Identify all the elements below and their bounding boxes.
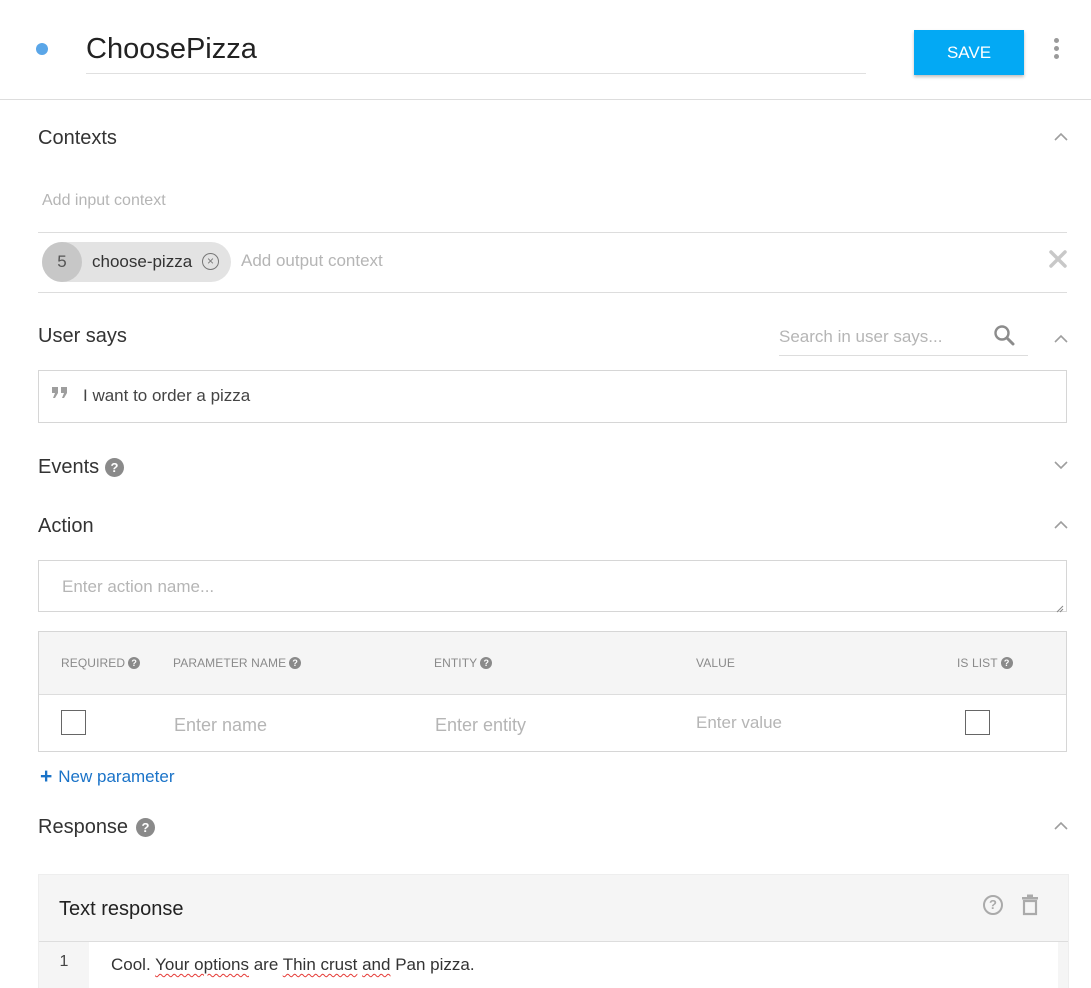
help-icon[interactable]: ?	[105, 458, 124, 477]
col-is-list-header: IS LIST?	[957, 656, 1013, 670]
response-text-part: Pan pizza.	[390, 955, 475, 974]
response-title: Response	[38, 816, 129, 838]
divider	[38, 292, 1067, 293]
col-value-label: VALUE	[696, 656, 735, 670]
user-says-search[interactable]: Search in user says...	[779, 322, 1028, 356]
chevron-up-icon[interactable]	[1053, 821, 1069, 831]
more-vertical-icon[interactable]	[1050, 38, 1062, 62]
text-response-card: Text response ? 1 Cool. Your options are…	[38, 874, 1069, 988]
close-icon[interactable]	[1049, 250, 1067, 268]
chevron-up-icon[interactable]	[1053, 132, 1069, 142]
help-icon[interactable]: ?	[983, 895, 1003, 915]
response-text-part: Thin crust	[282, 955, 358, 974]
intent-header: ChoosePizza SAVE	[0, 0, 1091, 100]
context-lifespan[interactable]: 5	[42, 242, 82, 282]
events-title: Events	[38, 456, 100, 478]
parameter-name-input[interactable]: Enter name	[174, 715, 267, 736]
quote-icon	[51, 385, 69, 401]
help-icon[interactable]: ?	[289, 657, 302, 669]
trash-icon[interactable]	[1020, 894, 1040, 916]
required-checkbox[interactable]	[61, 710, 86, 735]
output-context-chip[interactable]: 5 choose-pizza ×	[42, 242, 231, 282]
user-says-phrase[interactable]: I want to order a pizza	[83, 386, 250, 406]
help-icon[interactable]: ?	[480, 657, 493, 669]
chevron-up-icon[interactable]	[1053, 334, 1069, 344]
response-text[interactable]: Cool. Your options are Thin crust and Pa…	[111, 955, 475, 975]
chevron-down-icon[interactable]	[1053, 460, 1069, 470]
status-dot-icon	[36, 43, 48, 55]
new-parameter-link[interactable]: + New parameter	[40, 765, 174, 789]
parameters-table: REQUIRED? PARAMETER NAME? ENTITY? VALUE …	[38, 631, 1067, 752]
col-value-header: VALUE	[696, 656, 735, 670]
help-icon[interactable]: ?	[128, 657, 141, 669]
is-list-checkbox[interactable]	[965, 710, 990, 735]
action-name-placeholder[interactable]: Enter action name...	[62, 577, 214, 597]
user-says-title: User says	[38, 325, 127, 347]
response-text-part: Cool.	[111, 955, 156, 974]
contexts-title: Contexts	[38, 127, 117, 149]
search-input[interactable]: Search in user says...	[779, 327, 942, 347]
value-input[interactable]: Enter value	[696, 713, 782, 733]
close-circle-icon[interactable]: ×	[202, 253, 219, 270]
text-response-title: Text response	[59, 898, 184, 920]
resize-handle-icon[interactable]	[1055, 600, 1064, 613]
text-response-row: 1 Cool. Your options are Thin crust and …	[39, 941, 1068, 988]
response-row-number: 1	[39, 942, 89, 988]
search-icon[interactable]	[993, 324, 1015, 346]
intent-name-input[interactable]: ChoosePizza	[86, 30, 866, 74]
response-text-part: and	[362, 955, 391, 974]
col-is-list-label: IS LIST	[957, 656, 998, 670]
chevron-up-icon[interactable]	[1053, 520, 1069, 530]
help-icon[interactable]: ?	[136, 818, 155, 837]
col-entity-label: ENTITY	[434, 656, 478, 670]
context-name: choose-pizza	[92, 252, 193, 271]
save-button[interactable]: SAVE	[914, 30, 1024, 75]
col-parameter-name-header: PARAMETER NAME?	[173, 656, 302, 670]
help-icon[interactable]: ?	[1000, 657, 1013, 669]
col-required-header: REQUIRED?	[61, 656, 141, 670]
input-context-field[interactable]: Add input context	[42, 192, 166, 210]
user-says-phrase-row[interactable]: I want to order a pizza	[38, 370, 1067, 423]
response-text-part: are	[249, 955, 283, 974]
action-name-textarea[interactable]: Enter action name...	[38, 560, 1067, 613]
col-parameter-name-label: PARAMETER NAME	[173, 656, 287, 670]
parameters-table-header: REQUIRED? PARAMETER NAME? ENTITY? VALUE …	[39, 632, 1066, 695]
response-text-field[interactable]: Cool. Your options are Thin crust and Pa…	[89, 942, 1058, 988]
plus-icon: +	[40, 765, 53, 788]
entity-input[interactable]: Enter entity	[435, 715, 526, 736]
divider	[38, 232, 1067, 233]
col-entity-header: ENTITY?	[434, 656, 493, 670]
response-text-part: Your options	[155, 955, 249, 974]
output-context-field[interactable]: Add output context	[241, 251, 383, 271]
action-title: Action	[38, 515, 94, 537]
col-required-label: REQUIRED	[61, 656, 126, 670]
new-parameter-label: New parameter	[58, 767, 175, 786]
